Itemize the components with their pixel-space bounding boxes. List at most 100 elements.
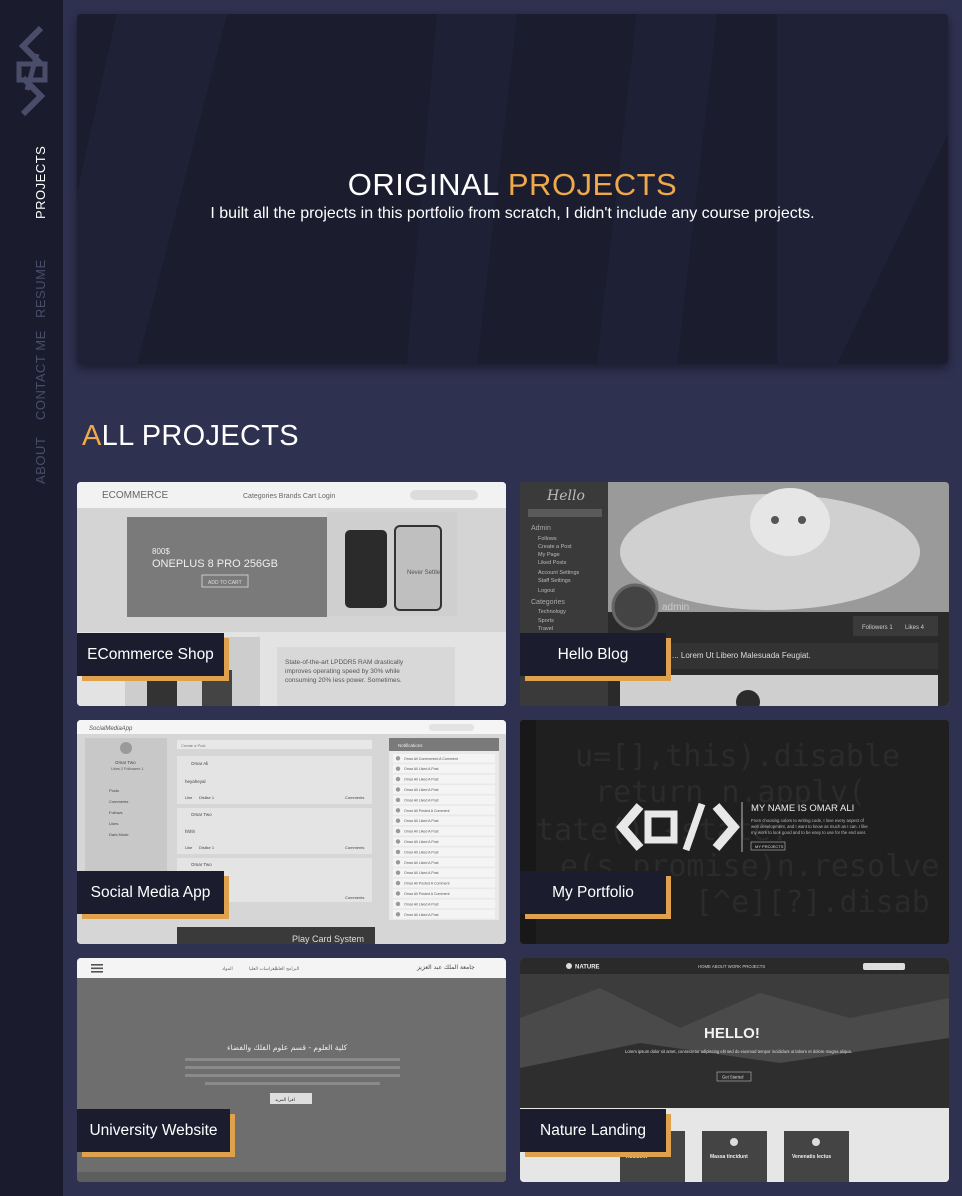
svg-text:Likes 4: Likes 4: [905, 625, 925, 631]
svg-text:Likes 2 Followers 1: Likes 2 Followers 1: [111, 767, 144, 771]
notification-text: Omar Ali Posted A Comment: [404, 809, 450, 813]
svg-text:Comments: Comments: [345, 795, 364, 800]
svg-text:From choosing colors to writin: From choosing colors to writing code, I …: [751, 818, 869, 835]
svg-text:Comments: Comments: [345, 845, 364, 850]
svg-text:Notifications: Notifications: [398, 743, 423, 748]
svg-text:Lorem ipsum dolor sit amet, co: Lorem ipsum dolor sit amet, consectetur …: [625, 1049, 852, 1054]
svg-text:u=[],this).disable: u=[],this).disable: [575, 739, 900, 774]
notification-avatar: [395, 901, 401, 907]
project-label[interactable]: ECommerce Shop: [77, 633, 224, 676]
notification-avatar: [395, 828, 401, 834]
project-label[interactable]: My Portfolio: [520, 871, 666, 914]
nav-contact[interactable]: CONTACT ME: [33, 330, 48, 420]
project-label[interactable]: Nature Landing: [520, 1109, 666, 1152]
svg-text:Dark Mode: Dark Mode: [109, 832, 129, 837]
notification-text: Omar Ali Liked A Post: [404, 840, 439, 844]
svg-text:كلية العلوم - قسم علوم الفلك و: كلية العلوم - قسم علوم الفلك والفضاء: [227, 1043, 348, 1052]
notification-avatar: [395, 839, 401, 844]
svg-text:Staff Settings: Staff Settings: [538, 578, 571, 584]
project-card-ecommerce[interactable]: ECOMMERCE Categories Brands Cart Login 8…: [77, 482, 506, 706]
svg-text:Posts: Posts: [109, 788, 119, 793]
notification-text: Omar Ali Liked A Post: [404, 819, 439, 823]
notification-text: Omar Ali Liked A Post: [404, 788, 439, 792]
notification-avatar: [395, 756, 401, 761]
svg-text:Comments: Comments: [345, 895, 364, 900]
svg-text:My Page: My Page: [538, 552, 560, 558]
svg-text:جامعة الملك عبد العزيز: جامعة الملك عبد العزيز: [416, 964, 475, 971]
hero-title: ORIGINAL PROJECTS: [347, 167, 678, 202]
svg-text:Dislike 1: Dislike 1: [199, 795, 215, 800]
notification-text: Omar Ali Liked A Post: [404, 798, 439, 802]
ecom-phone-text: Never Settle: [407, 570, 441, 576]
svg-text:Logout: Logout: [538, 588, 555, 594]
notification-text: Omar Ali Liked A Post: [404, 871, 439, 875]
logo-icon[interactable]: [11, 24, 53, 118]
svg-text:Likes: Likes: [109, 821, 118, 826]
svg-text:Like: Like: [185, 845, 193, 850]
svg-text:Like: Like: [185, 795, 193, 800]
svg-text:Dislike 1: Dislike 1: [199, 845, 215, 850]
project-card-nature[interactable]: NATURE HOME ABOUT WORK PROJECTS HELLO! L…: [520, 958, 949, 1182]
svg-text:Liked Posts: Liked Posts: [538, 560, 567, 566]
project-card-university[interactable]: جامعة الملك عبد العزيز البرامج العلمية ا…: [77, 958, 506, 1182]
notification-text: Omar Ali Posted A Comment: [404, 892, 450, 896]
nav-projects[interactable]: PROJECTS: [33, 146, 48, 219]
project-label[interactable]: University Website: [77, 1109, 230, 1152]
ecom-brand: ECOMMERCE: [102, 490, 168, 501]
notification-avatar: [395, 912, 401, 917]
notification-avatar: [395, 766, 401, 771]
svg-text:MY NAME IS OMAR ALI: MY NAME IS OMAR ALI: [751, 803, 854, 814]
section-title: ALL PROJECTS: [82, 420, 299, 452]
ecom-product: ONEPLUS 8 PRO 256GB: [152, 558, 278, 570]
svg-text:Omar Two: Omar Two: [115, 760, 136, 765]
project-card-hello-blog[interactable]: Hello Admin Follows Create a Post My Pag…: [520, 482, 949, 706]
project-card-social-media[interactable]: SocialMediaApp Omar Two Likes 2 Follower…: [77, 720, 506, 944]
svg-text:HOME ABOUT WORK PROJECTS: HOME ABOUT WORK PROJECTS: [698, 964, 765, 969]
svg-text:Omar Two: Omar Two: [191, 812, 212, 817]
notification-avatar: [395, 808, 401, 813]
svg-text:Technology: Technology: [538, 609, 566, 615]
svg-text:SocialMediaApp: SocialMediaApp: [89, 726, 133, 732]
notification-text: Omar Ali Liked A Post: [404, 830, 439, 834]
notification-text: Omar Ali Liked A Post: [404, 767, 439, 771]
notification-text: Omar Ali Liked A Post: [404, 902, 439, 906]
svg-text:Follows: Follows: [538, 536, 557, 542]
project-card-portfolio[interactable]: u=[],this).disable return n.apply( tate(…: [520, 720, 949, 944]
svg-text:[^e][?].disab: [^e][?].disab: [695, 885, 930, 920]
notification-avatar: [395, 870, 401, 875]
svg-text:Account Settings: Account Settings: [538, 570, 580, 576]
nav-about[interactable]: ABOUT: [33, 437, 48, 484]
svg-text:الدراسات العليا: الدراسات العليا: [249, 967, 277, 972]
svg-text:المواد: المواد: [222, 967, 233, 972]
svg-text:NATURE: NATURE: [575, 965, 600, 971]
svg-text:hhhh: hhhh: [185, 829, 196, 834]
ecom-nav: Categories Brands Cart Login: [243, 493, 335, 500]
blog-username: admin: [662, 602, 689, 613]
svg-text:Travel: Travel: [538, 626, 553, 632]
hero-subtitle: I built all the projects in this portfol…: [210, 205, 815, 222]
notification-text: Omar Ali Commented A Comment: [404, 757, 458, 761]
svg-text:Venenatis lectus: Venenatis lectus: [792, 1154, 831, 1160]
svg-text:Comments: Comments: [109, 799, 128, 804]
project-label[interactable]: Social Media App: [77, 871, 224, 914]
blog-brand: Hello: [546, 488, 585, 504]
svg-text:Categories: Categories: [531, 599, 565, 606]
notification-avatar: [395, 849, 401, 855]
notification-text: Omar Ali Liked A Post: [404, 850, 439, 854]
ecom-cta: ADD TO CART: [208, 580, 242, 586]
svg-text:Omar Two: Omar Two: [191, 862, 212, 867]
svg-text:Omar Ali: Omar Ali: [191, 761, 208, 766]
svg-text:Follows: Follows: [109, 810, 123, 815]
hero-banner: ORIGINAL PROJECTS I built all the projec…: [77, 14, 948, 364]
notification-text: Omar Ali Posted A Comment: [404, 882, 450, 886]
notification-avatar: [395, 776, 401, 782]
notification-text: Omar Ali Liked A Post: [404, 778, 439, 782]
project-label[interactable]: Hello Blog: [520, 633, 666, 676]
svg-text:Accident: Accident: [626, 1154, 647, 1160]
sidebar: PROJECTS RESUME ABOUT CONTACT ME: [0, 0, 63, 1196]
svg-text:Sports: Sports: [538, 618, 554, 624]
notification-avatar: [395, 787, 401, 792]
nav-resume[interactable]: RESUME: [33, 259, 48, 318]
notification-text: Omar Ali Liked A Post: [404, 913, 439, 917]
notification-avatar: [395, 891, 401, 896]
